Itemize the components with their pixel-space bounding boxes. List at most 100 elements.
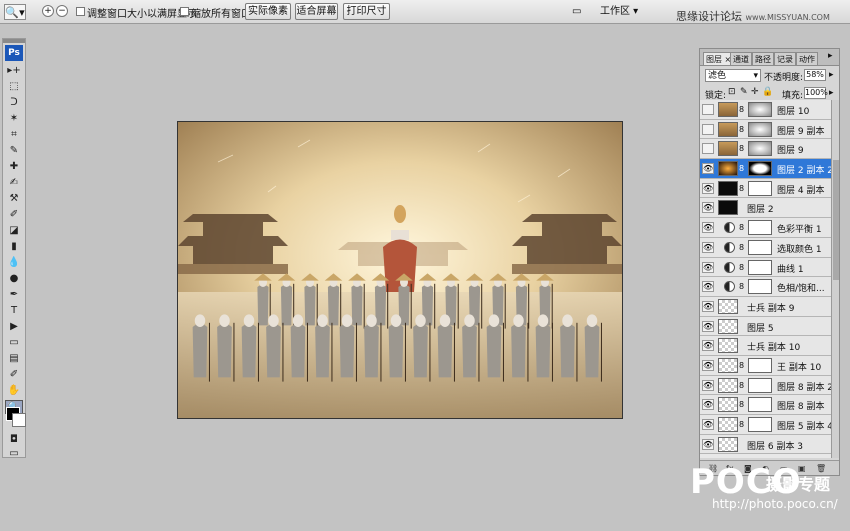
layer-row[interactable]: 👁 8 图层 2 副本 2 (700, 159, 831, 179)
layer-row[interactable]: 👁 8 色彩平衡 1 (700, 218, 831, 238)
layer-row[interactable]: 👁 8 图层 8 副本 (700, 395, 831, 415)
layer-visibility-eye-icon[interactable]: 👁 (702, 261, 714, 273)
layer-mask-thumbnail[interactable] (748, 397, 772, 413)
mask-link-icon[interactable]: 8 (739, 381, 744, 390)
mask-link-icon[interactable]: 8 (739, 125, 744, 134)
lock-pixels-icon[interactable]: ✎ (740, 87, 748, 97)
layer-row[interactable]: 👁 8 王 副本 10 (700, 355, 831, 376)
resize-windows-checkbox[interactable] (76, 7, 85, 16)
layer-visibility-eye-icon[interactable] (702, 143, 714, 155)
layer-visibility-eye-icon[interactable]: 👁 (702, 399, 714, 411)
layer-row[interactable]: 👁 士兵 副本 10 (700, 336, 831, 356)
opacity-slider-icon[interactable]: ▸ (829, 70, 834, 80)
clone-stamp-icon[interactable]: ⚒ (5, 192, 23, 206)
layer-row[interactable]: 8 图层 9 (700, 139, 831, 160)
ps-logo[interactable]: Ps (5, 45, 23, 61)
layer-visibility-eye-icon[interactable]: 👁 (702, 340, 714, 352)
toolbox-grip[interactable] (3, 39, 25, 43)
layer-row[interactable]: 👁 图层 5 (700, 316, 831, 337)
layer-visibility-eye-icon[interactable]: 👁 (702, 163, 714, 175)
layer-mask-thumbnail[interactable] (748, 417, 772, 432)
layer-mask-thumbnail[interactable] (748, 239, 772, 255)
mask-link-icon[interactable]: 8 (739, 223, 744, 232)
layer-thumbnail[interactable] (718, 318, 738, 334)
move-tool-icon[interactable]: ▸+ (5, 64, 23, 78)
history-brush-icon[interactable]: ✐ (5, 208, 23, 222)
layer-visibility-eye-icon[interactable]: 👁 (702, 379, 714, 391)
zoom-in-icon[interactable]: + (42, 5, 54, 17)
layer-visibility-eye-icon[interactable]: 👁 (702, 419, 714, 430)
layer-mask-thumbnail[interactable] (748, 102, 772, 117)
lock-all-icon[interactable]: 🔒 (762, 87, 773, 97)
notes-icon[interactable]: ▤ (5, 352, 23, 366)
layer-thumbnail[interactable] (718, 141, 738, 157)
layer-thumbnail[interactable] (718, 180, 738, 196)
healing-brush-icon[interactable]: ✚ (5, 160, 23, 174)
layer-row[interactable]: 👁 图层 2 (700, 198, 831, 219)
layer-mask-thumbnail[interactable] (748, 357, 772, 373)
brush-icon[interactable]: ✍ (5, 176, 23, 190)
layer-thumbnail[interactable] (718, 298, 738, 314)
layer-mask-thumbnail[interactable] (748, 259, 772, 275)
lock-transparency-icon[interactable]: ⊡ (728, 87, 736, 97)
tab-channels[interactable]: 通道 (730, 52, 752, 65)
panel-menu-icon[interactable]: ▸ (828, 51, 833, 61)
layer-thumbnail[interactable] (718, 200, 738, 216)
workspace-menu[interactable]: 工作区 ▾ (600, 3, 638, 20)
eyedropper-icon[interactable]: ✎ (5, 144, 23, 158)
mask-link-icon[interactable]: 8 (739, 263, 744, 272)
layer-visibility-eye-icon[interactable]: 👁 (702, 438, 714, 450)
opacity-input[interactable]: 58% (804, 69, 826, 81)
layer-visibility-eye-icon[interactable]: 👁 (702, 300, 714, 312)
type-icon[interactable]: T (5, 304, 23, 318)
tab-actions[interactable]: 动作 (796, 52, 818, 65)
layer-mask-thumbnail[interactable] (748, 161, 772, 177)
layers-scroll-thumb[interactable] (833, 160, 839, 280)
screen-mode-icon[interactable]: ▭ (5, 447, 23, 461)
layer-visibility-eye-icon[interactable] (702, 123, 714, 135)
hand-icon[interactable]: ✋ (5, 384, 23, 398)
blur-icon[interactable]: 💧 (5, 256, 23, 270)
layer-row[interactable]: 👁 8 选取颜色 1 (700, 237, 831, 258)
mask-link-icon[interactable]: 8 (739, 144, 744, 153)
marquee-tool-icon[interactable]: ⬚ (5, 80, 23, 94)
layer-mask-thumbnail[interactable] (748, 377, 772, 393)
layer-row[interactable]: 👁 8 图层 5 副本 4 (700, 415, 831, 435)
eyedropper2-icon[interactable]: ✐ (5, 368, 23, 382)
layer-visibility-eye-icon[interactable]: 👁 (702, 241, 714, 253)
layer-thumbnail[interactable] (718, 121, 738, 137)
document-canvas[interactable] (177, 121, 623, 419)
mask-link-icon[interactable]: 8 (739, 105, 744, 114)
fill-input[interactable]: 100% (804, 87, 828, 99)
layer-visibility-eye-icon[interactable]: 👁 (702, 202, 714, 214)
lock-position-icon[interactable]: ✛ (751, 87, 759, 97)
eraser-icon[interactable]: ◪ (5, 224, 23, 238)
layer-thumbnail[interactable] (718, 436, 738, 452)
layer-thumbnail[interactable] (718, 417, 738, 432)
layer-thumbnail[interactable] (718, 338, 738, 354)
fit-screen-button[interactable]: 适合屏幕 (295, 3, 338, 20)
mask-link-icon[interactable]: 8 (739, 164, 744, 173)
layer-visibility-eye-icon[interactable]: 👁 (702, 281, 714, 293)
layer-row[interactable]: 👁 8 图层 4 副本 (700, 178, 831, 199)
layer-row[interactable]: 👁 8 图层 8 副本 2 (700, 375, 831, 396)
layer-thumbnail[interactable] (718, 102, 738, 117)
layer-mask-thumbnail[interactable] (748, 141, 772, 157)
tab-paths[interactable]: 路径 (752, 52, 774, 65)
layer-visibility-eye-icon[interactable]: 👁 (702, 182, 714, 194)
mask-link-icon[interactable]: 8 (739, 243, 744, 252)
layer-row[interactable]: 👁 士兵 副本 9 (700, 296, 831, 317)
tab-history[interactable]: 记录 (774, 52, 796, 65)
mask-link-icon[interactable]: 8 (739, 420, 744, 429)
print-size-button[interactable]: 打印尺寸 (343, 3, 390, 20)
mask-link-icon[interactable]: 8 (739, 184, 744, 193)
blend-mode-select[interactable]: 滤色 ▾ (705, 69, 761, 82)
fill-slider-icon[interactable]: ▸ (829, 88, 834, 98)
gradient-icon[interactable]: ▮ (5, 240, 23, 254)
layer-visibility-eye-icon[interactable]: 👁 (702, 222, 714, 234)
layers-scrollbar[interactable] (831, 100, 839, 458)
layer-row[interactable]: 👁 8 色相/饱和... (700, 277, 831, 297)
zoom-tool-preset-icon[interactable]: 🔍▾ (4, 4, 26, 20)
mask-link-icon[interactable]: 8 (739, 400, 744, 409)
background-color-swatch[interactable] (12, 413, 26, 427)
